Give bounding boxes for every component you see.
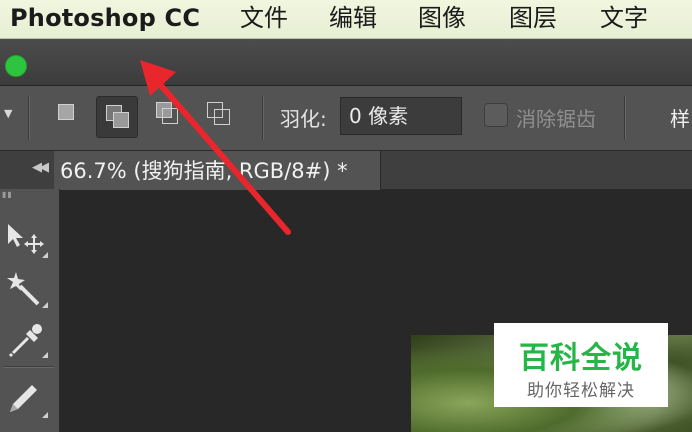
annotation-arrow bbox=[140, 60, 291, 235]
